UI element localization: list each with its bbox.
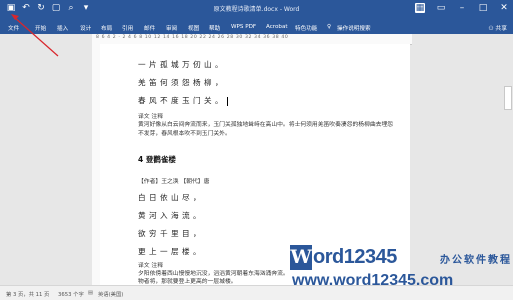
watermark-url: www.word12345.com [292,272,454,289]
watermark-logo: W ord12345 办公软件教程 www.word12345.com [290,245,513,299]
watermark-word: ord12345 [313,246,397,268]
watermark-letter: W [290,245,312,270]
watermark-cn: 办公软件教程 [440,255,512,266]
